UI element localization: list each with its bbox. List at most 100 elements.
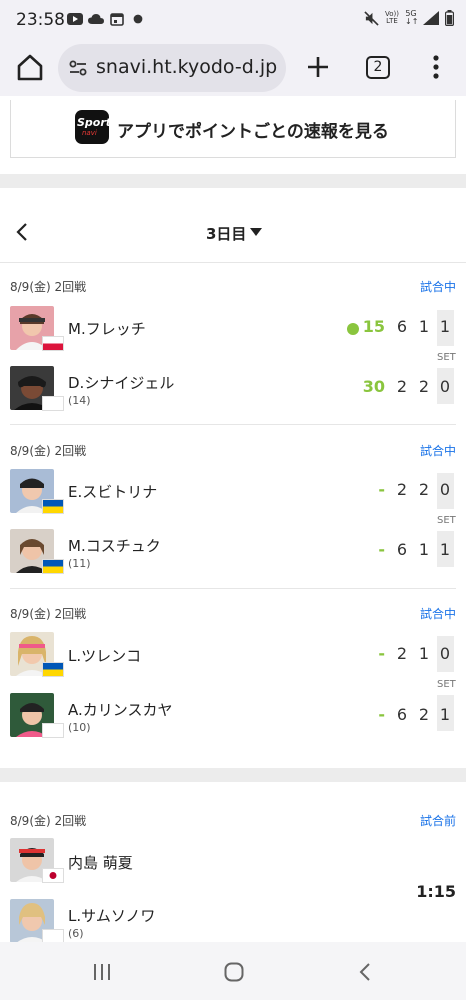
status-bar: 23:58 Vo)) LTE 5G ↓↑ bbox=[0, 0, 466, 40]
match-card[interactable]: 8/9(金) 2回戦 試合中 M.フレッチ 15 6 1 1 SET D.シナイ… bbox=[0, 262, 466, 424]
player-seed: (10) bbox=[68, 721, 91, 734]
tab-switcher-button[interactable]: 2 bbox=[366, 56, 390, 79]
logo-text-bottom: navi bbox=[82, 129, 97, 137]
status-time: 23:58 bbox=[16, 10, 65, 30]
match-card[interactable]: 8/9(金) 2回戦 試合前 内島 萌夏 1:15 L.サムソノワ (6) bbox=[0, 782, 466, 944]
player-row: D.シナイジェル (14) 30 2 2 0 bbox=[0, 366, 466, 414]
flag-neutral-icon bbox=[42, 723, 64, 738]
flag-japan-icon bbox=[42, 868, 64, 883]
player-name[interactable]: D.シナイジェル bbox=[68, 372, 174, 393]
set-score: 2 bbox=[418, 377, 430, 396]
set-score: 6 bbox=[396, 317, 408, 336]
set-score: 1 bbox=[418, 317, 430, 336]
match-date: 8/9(金) 2回戦 bbox=[10, 814, 87, 828]
sportsnavi-logo: Sports navi bbox=[75, 110, 118, 144]
set-score: 1 bbox=[439, 317, 451, 336]
back-arrow-icon[interactable] bbox=[14, 222, 30, 242]
dot-icon bbox=[133, 14, 143, 24]
set-score: 2 bbox=[396, 644, 408, 663]
set-score: 2 bbox=[396, 480, 408, 499]
player-row: 内島 萌夏 bbox=[0, 838, 466, 886]
set-score: 1 bbox=[439, 705, 451, 724]
section-divider bbox=[0, 768, 466, 782]
game-points: - bbox=[378, 480, 385, 499]
set-score: 0 bbox=[439, 377, 451, 396]
home-nav-icon[interactable] bbox=[224, 962, 244, 982]
signal-icon bbox=[423, 11, 439, 25]
player-name[interactable]: L.サムソノワ bbox=[68, 905, 155, 926]
5g-icon: 5G ↓↑ bbox=[405, 9, 419, 26]
set-score: 1 bbox=[418, 644, 430, 663]
new-tab-icon[interactable] bbox=[304, 52, 332, 82]
player-seed: (6) bbox=[68, 927, 84, 940]
player-name[interactable]: A.カリンスカヤ bbox=[68, 699, 172, 720]
player-name[interactable]: E.スビトリナ bbox=[68, 481, 157, 502]
banner-text: アプリでポイントごとの速報を見る bbox=[117, 122, 389, 142]
game-points: - bbox=[378, 540, 385, 559]
day-selector: 3日目 bbox=[0, 208, 466, 258]
mute-icon bbox=[364, 10, 379, 26]
match-date: 8/9(金) 2回戦 bbox=[10, 444, 87, 458]
game-points: 30 bbox=[362, 377, 385, 396]
battery-icon bbox=[445, 10, 454, 26]
cloud-icon bbox=[88, 14, 104, 24]
browser-toolbar: snavi.ht.kyodo-d.jp 2 bbox=[0, 40, 466, 96]
section-divider bbox=[0, 174, 466, 188]
system-nav-bar bbox=[0, 942, 466, 1000]
set-label: SET bbox=[437, 679, 456, 690]
game-points: - bbox=[378, 644, 385, 663]
home-icon[interactable] bbox=[15, 52, 45, 82]
flag-ukraine-icon bbox=[42, 499, 64, 514]
set-score: 6 bbox=[396, 540, 408, 559]
match-date: 8/9(金) 2回戦 bbox=[10, 280, 87, 294]
back-nav-icon[interactable] bbox=[358, 962, 372, 982]
set-score: 2 bbox=[418, 480, 430, 499]
volte-icon: Vo)) LTE bbox=[385, 10, 399, 25]
player-name[interactable]: 内島 萌夏 bbox=[68, 852, 133, 873]
match-status[interactable]: 試合前 bbox=[420, 812, 456, 829]
player-row: L.ツレンコ - 2 1 0 bbox=[0, 632, 466, 680]
address-bar[interactable]: snavi.ht.kyodo-d.jp bbox=[58, 44, 286, 92]
player-name[interactable]: M.コスチュク bbox=[68, 535, 161, 556]
player-row: L.サムソノワ (6) bbox=[0, 899, 466, 947]
player-row: M.コスチュク (11) - 6 1 1 bbox=[0, 529, 466, 577]
match-card[interactable]: 8/9(金) 2回戦 試合中 E.スビトリナ - 2 2 0 SET M.コスチ… bbox=[0, 425, 466, 588]
logo-text-top: Sports bbox=[77, 116, 118, 129]
player-seed: (14) bbox=[68, 394, 91, 407]
match-status[interactable]: 試合中 bbox=[420, 442, 456, 459]
set-score: 6 bbox=[396, 705, 408, 724]
set-score: 1 bbox=[418, 540, 430, 559]
more-menu-icon[interactable] bbox=[426, 54, 446, 80]
match-date: 8/9(金) 2回戦 bbox=[10, 607, 87, 621]
flag-poland-icon bbox=[42, 336, 64, 351]
recent-apps-icon[interactable] bbox=[92, 962, 112, 982]
set-label: SET bbox=[437, 352, 456, 363]
set-score: 0 bbox=[439, 644, 451, 663]
caret-down-icon[interactable] bbox=[250, 228, 262, 236]
app-banner[interactable]: Sports navi アプリでポイントごとの速報を見る bbox=[10, 100, 456, 158]
day-dropdown[interactable]: 3日目 bbox=[206, 223, 246, 244]
url-text: snavi.ht.kyodo-d.jp bbox=[96, 56, 278, 78]
calendar-icon bbox=[110, 13, 124, 26]
player-name[interactable]: M.フレッチ bbox=[68, 318, 146, 339]
game-points: - bbox=[378, 705, 385, 724]
set-score: 0 bbox=[439, 480, 451, 499]
site-settings-icon[interactable] bbox=[66, 56, 90, 80]
match-status[interactable]: 試合中 bbox=[420, 605, 456, 622]
player-name[interactable]: L.ツレンコ bbox=[68, 645, 141, 666]
flag-ukraine-icon bbox=[42, 662, 64, 677]
game-points: 15 bbox=[362, 317, 385, 336]
player-row: M.フレッチ 15 6 1 1 bbox=[0, 306, 466, 354]
set-score: 2 bbox=[396, 377, 408, 396]
set-label: SET bbox=[437, 515, 456, 526]
flag-neutral-icon bbox=[42, 396, 64, 411]
set-score: 2 bbox=[418, 705, 430, 724]
match-status[interactable]: 試合中 bbox=[420, 278, 456, 295]
flag-ukraine-icon bbox=[42, 559, 64, 574]
player-row: A.カリンスカヤ (10) - 6 2 1 bbox=[0, 693, 466, 741]
player-row: E.スビトリナ - 2 2 0 bbox=[0, 469, 466, 517]
network-label: 5G bbox=[405, 9, 417, 18]
match-card[interactable]: 8/9(金) 2回戦 試合中 L.ツレンコ - 2 1 0 SET A.カリンス… bbox=[0, 589, 466, 755]
youtube-icon bbox=[67, 13, 83, 25]
player-seed: (11) bbox=[68, 557, 91, 570]
